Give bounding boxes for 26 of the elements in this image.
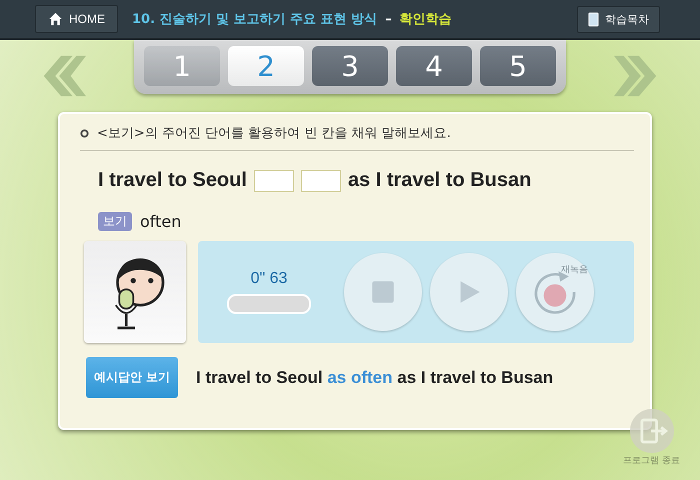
book-icon (588, 12, 599, 26)
blank-box (300, 170, 341, 192)
example-answer: I travel to Seoul as often as I travel to Busan (196, 368, 554, 388)
exit-button[interactable]: 프로그램 종료 (623, 408, 680, 467)
section-title: 확인학습 (400, 11, 452, 28)
contents-button[interactable]: 학습목차 (577, 6, 660, 32)
show-answer-button[interactable]: 예시답안 보기 (86, 357, 178, 398)
page-tab[interactable]: 5 (480, 46, 556, 86)
instruction-text: <보기>의 주어진 단어를 활용하여 빈 칸을 채워 말해보세요. (97, 125, 451, 142)
home-icon (48, 12, 63, 26)
bullet-icon (80, 128, 89, 138)
example-tag: 보기 (98, 212, 132, 231)
page-tab[interactable]: 3 (312, 46, 388, 86)
question-text: as I travel to Busan (348, 169, 532, 192)
lesson-title: 10. 진술하기 및 보고하기 주요 표현 방식 (132, 11, 378, 28)
home-button[interactable]: HOME (35, 5, 118, 33)
blank-box (254, 170, 294, 192)
recording-time: 0" 63 (250, 270, 288, 288)
rerecord-button[interactable]: 재녹음 (516, 253, 594, 331)
exit-label: 프로그램 종료 (623, 455, 680, 467)
question-text: I travel to Seoul (98, 169, 247, 192)
page-tab[interactable]: 2 (228, 46, 304, 86)
stop-icon (371, 280, 395, 304)
title-separator: – (385, 12, 392, 26)
example-word: often (140, 212, 182, 231)
page-tab[interactable]: 4 (396, 46, 472, 86)
